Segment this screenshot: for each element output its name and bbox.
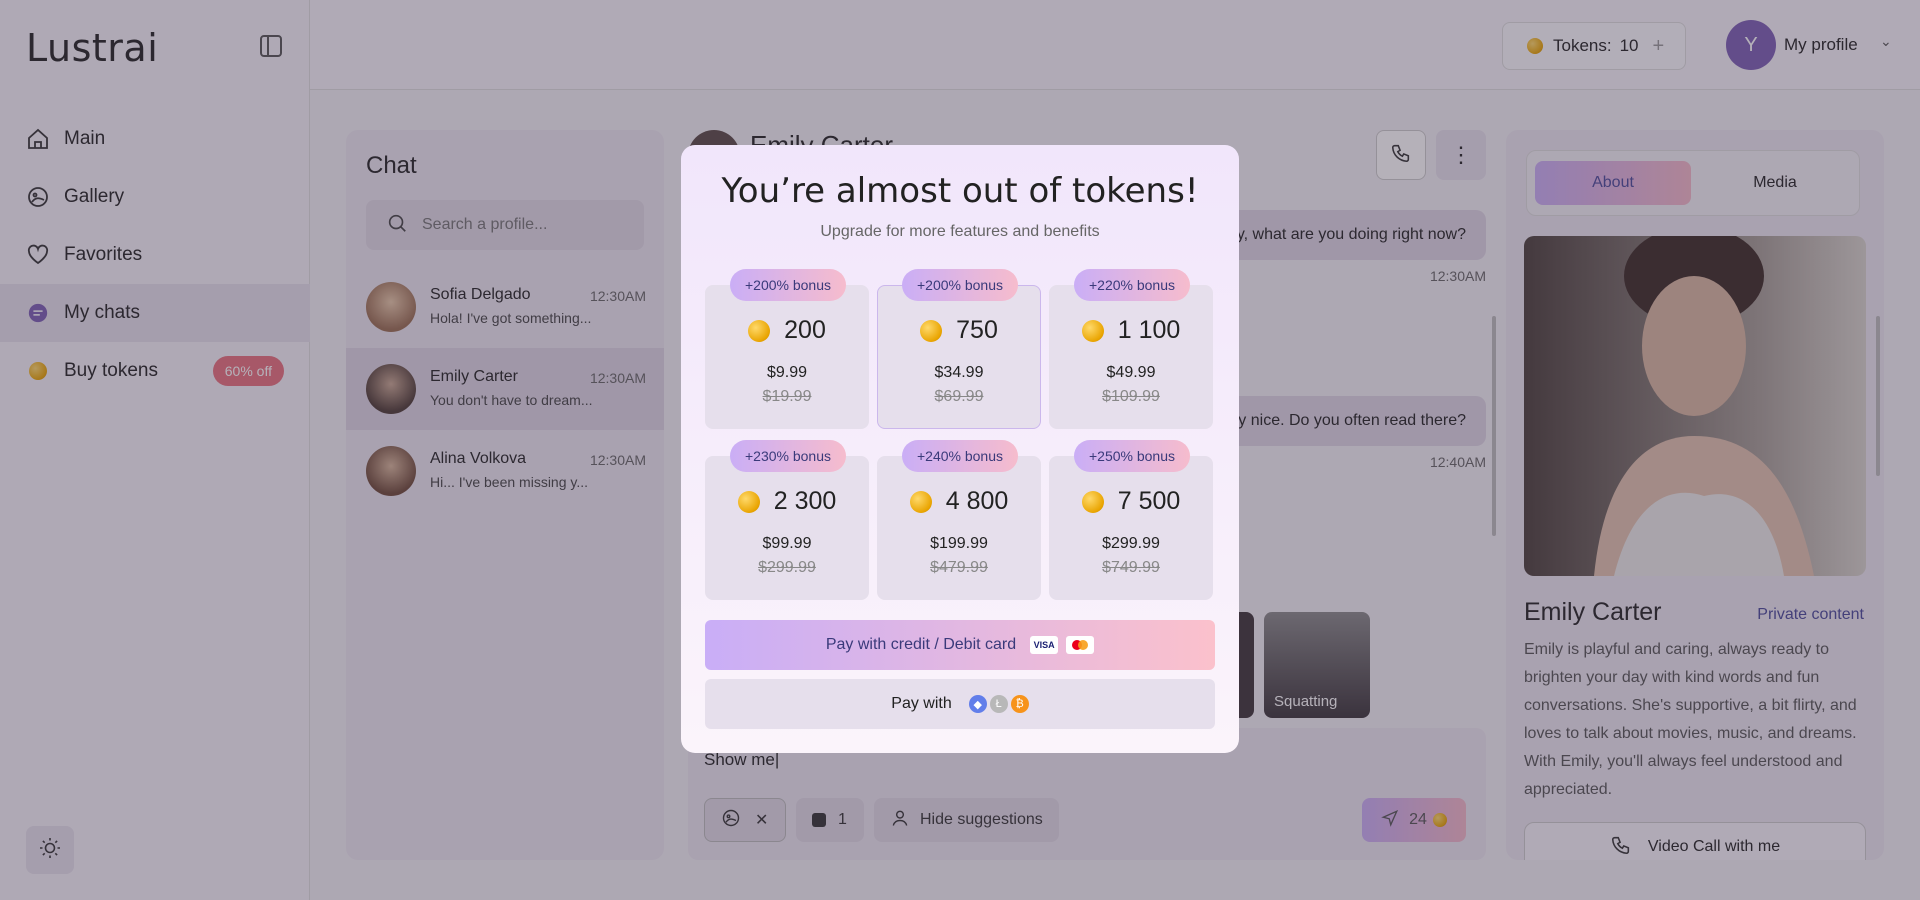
pack-old-price: $479.99 [930, 559, 988, 576]
pack-price: $9.99 [766, 364, 808, 381]
pack-price: $299.99 [1102, 535, 1160, 552]
bitcoin-icon: ₿ [1010, 695, 1029, 713]
token-pack[interactable]: +200% bonus 750 $34.99 $69.99 [877, 269, 1041, 429]
coin-icon [1081, 319, 1104, 342]
ethereum-icon: ◆ [968, 695, 987, 713]
token-amount: 1 100 [1117, 316, 1181, 344]
pay-card-button[interactable]: Pay with credit / Debit card VISA [705, 620, 1215, 670]
token-amount: 750 [956, 316, 998, 344]
pack-old-price: $19.99 [762, 388, 812, 405]
bonus-badge: +220% bonus [1074, 269, 1190, 301]
buy-tokens-modal: You’re almost out of tokens! Upgrade for… [681, 145, 1239, 753]
token-amount: 2 300 [773, 487, 837, 515]
coin-icon [920, 319, 943, 342]
bonus-badge: +230% bonus [730, 440, 846, 472]
pack-old-price: $299.99 [758, 559, 816, 576]
litecoin-icon: Ł [989, 695, 1008, 713]
token-pack[interactable]: +220% bonus 1 100 $49.99 $109.99 [1049, 269, 1213, 429]
pack-price: $99.99 [762, 535, 812, 552]
token-pack[interactable]: +200% bonus 200 $9.99 $19.99 [705, 269, 869, 429]
token-amount: 4 800 [945, 487, 1009, 515]
token-pack[interactable]: +230% bonus 2 300 $99.99 $299.99 [705, 440, 869, 600]
pay-crypto-button[interactable]: Pay with ◆ Ł ₿ [705, 679, 1215, 729]
token-amount: 200 [784, 316, 826, 344]
pack-old-price: $749.99 [1102, 559, 1160, 576]
coin-icon [909, 490, 932, 513]
token-pack[interactable]: +240% bonus 4 800 $199.99 $479.99 [877, 440, 1041, 600]
bonus-badge: +200% bonus [902, 269, 1018, 301]
coin-icon [748, 319, 771, 342]
bonus-badge: +250% bonus [1074, 440, 1190, 472]
pay-crypto-label: Pay with [891, 695, 952, 712]
mastercard-icon [1066, 636, 1095, 654]
bonus-badge: +200% bonus [730, 269, 846, 301]
pack-old-price: $69.99 [934, 388, 984, 405]
pack-price: $49.99 [1106, 364, 1156, 381]
pack-price: $199.99 [930, 535, 988, 552]
coin-icon [737, 490, 760, 513]
modal-title: You’re almost out of tokens! [721, 171, 1199, 211]
visa-icon: VISA [1030, 636, 1059, 654]
modal-subtitle: Upgrade for more features and benefits [820, 223, 1100, 240]
pack-old-price: $109.99 [1102, 388, 1160, 405]
coin-icon [1081, 490, 1104, 513]
pack-price: $34.99 [934, 364, 984, 381]
bonus-badge: +240% bonus [902, 440, 1018, 472]
token-amount: 7 500 [1117, 487, 1181, 515]
pay-card-label: Pay with credit / Debit card [825, 636, 1017, 653]
token-pack[interactable]: +250% bonus 7 500 $299.99 $749.99 [1049, 440, 1213, 600]
